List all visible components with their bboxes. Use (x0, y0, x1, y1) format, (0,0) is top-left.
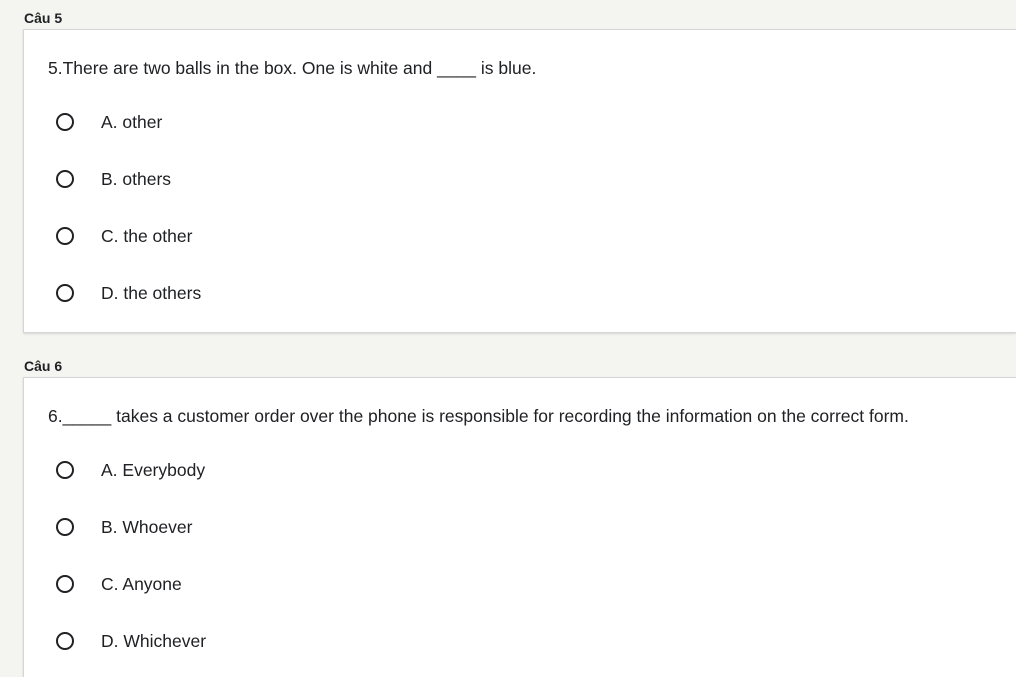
question-6-text: 6._____ takes a customer order over the … (48, 406, 909, 426)
question-6-label: Câu 6 (24, 358, 63, 374)
option-label: B. Whoever (101, 517, 193, 537)
radio-button-icon[interactable] (56, 632, 74, 650)
option-label: D. Whichever (101, 631, 207, 651)
question-6-option-b[interactable]: B. Whoever (56, 515, 192, 539)
radio-button-icon[interactable] (56, 113, 74, 131)
question-6-option-a[interactable]: A. Everybody (56, 458, 205, 482)
question-5-option-c[interactable]: C. the other (56, 224, 192, 248)
radio-button-icon[interactable] (56, 518, 74, 536)
option-label: A. other (101, 112, 163, 132)
option-label: C. the other (101, 226, 193, 246)
radio-button-icon[interactable] (56, 461, 74, 479)
question-5-option-b[interactable]: B. others (56, 167, 171, 191)
option-label: C. Anyone (101, 574, 182, 594)
question-5-text: 5.There are two balls in the box. One is… (48, 58, 537, 78)
option-label: B. others (101, 169, 172, 189)
question-5-option-d[interactable]: D. the others (56, 281, 201, 305)
question-6-option-d[interactable]: D. Whichever (56, 629, 206, 653)
radio-button-icon[interactable] (56, 575, 74, 593)
radio-button-icon[interactable] (56, 227, 74, 245)
option-label: A. Everybody (101, 460, 206, 480)
option-label: D. the others (101, 283, 202, 303)
question-5-card: 5.There are two balls in the box. One is… (23, 29, 1016, 333)
radio-button-icon[interactable] (56, 170, 74, 188)
question-6-option-c[interactable]: C. Anyone (56, 572, 182, 596)
question-6-card: 6._____ takes a customer order over the … (23, 377, 1016, 677)
radio-button-icon[interactable] (56, 284, 74, 302)
question-5-option-a[interactable]: A. other (56, 110, 162, 134)
question-5-label: Câu 5 (24, 10, 63, 26)
